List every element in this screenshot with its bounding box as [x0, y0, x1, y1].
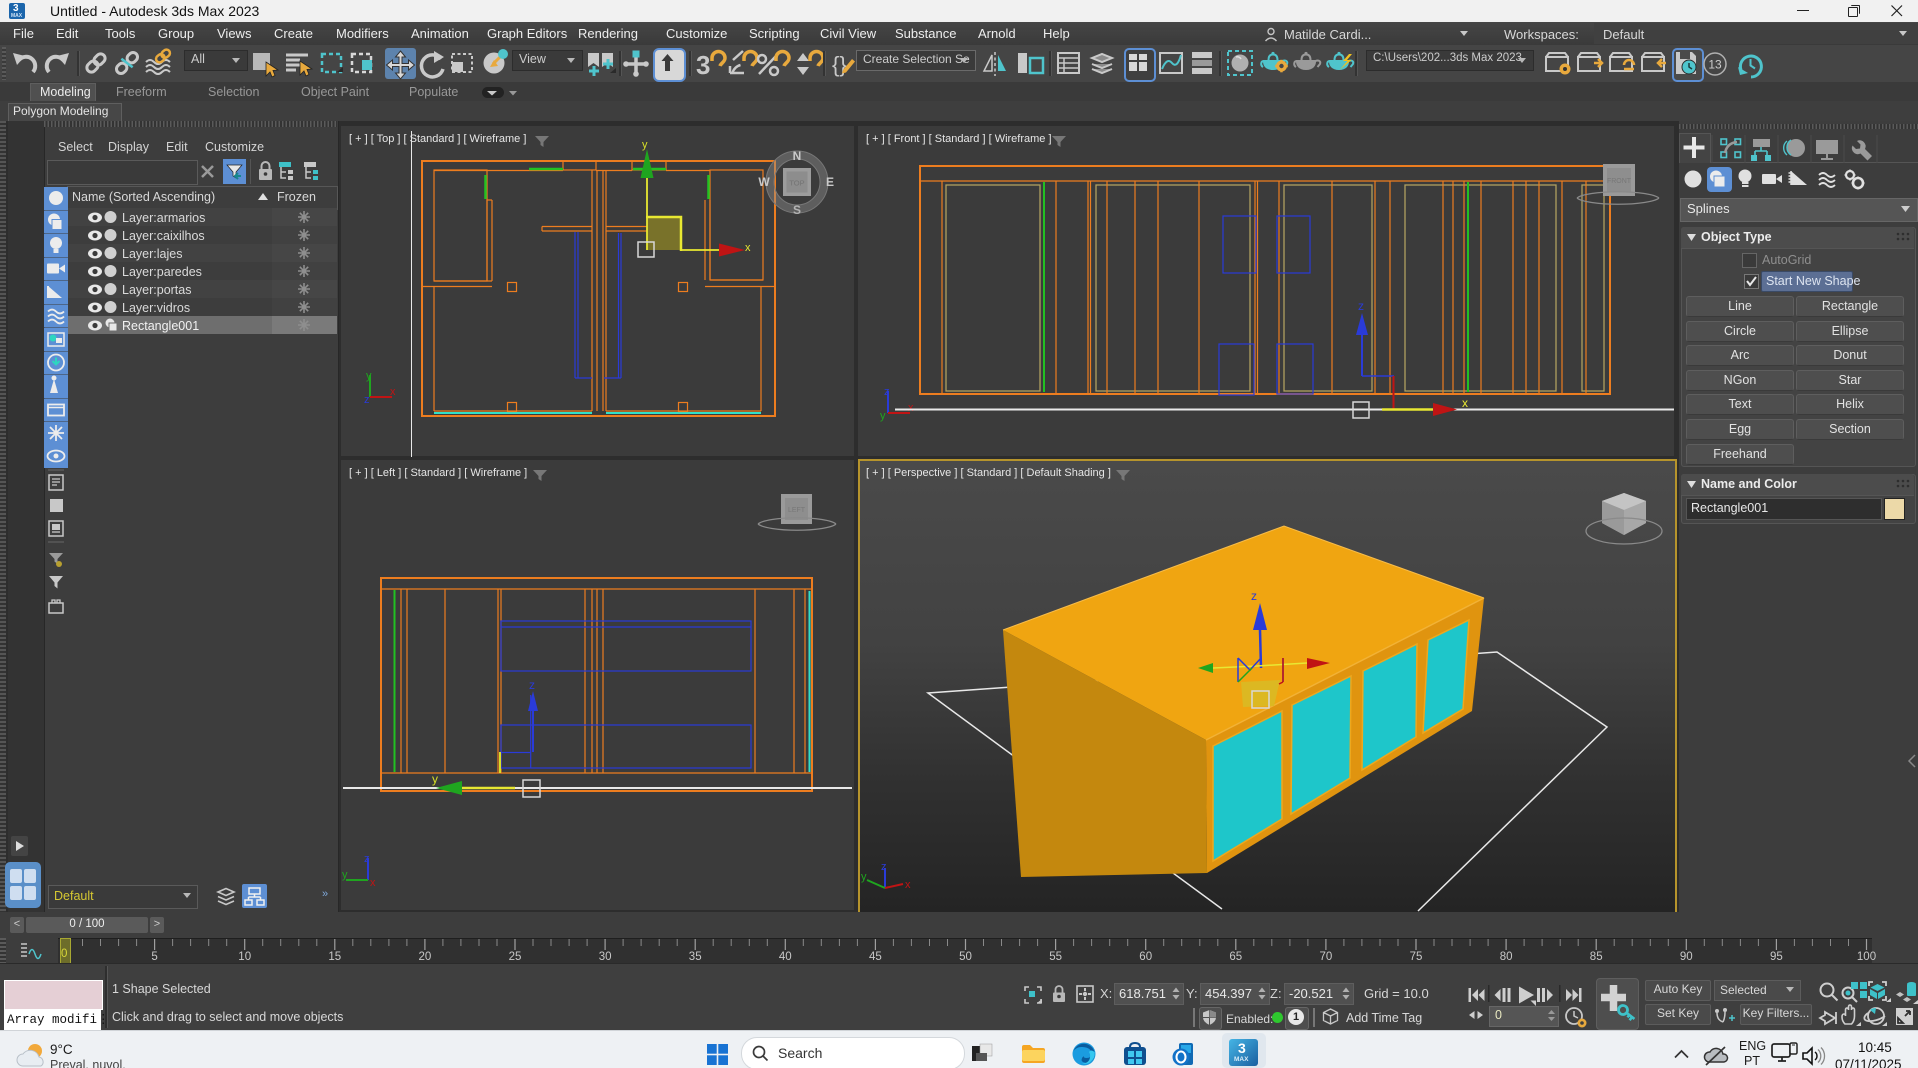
- svg-text:z: z: [529, 678, 535, 692]
- svg-text:z: z: [1251, 589, 1257, 603]
- svg-text:85: 85: [1590, 951, 1603, 963]
- svg-text:55: 55: [1049, 951, 1062, 963]
- svg-text:25: 25: [509, 951, 522, 963]
- svg-text:x: x: [745, 242, 751, 254]
- svg-text:W: W: [758, 175, 770, 189]
- svg-text:75: 75: [1410, 951, 1423, 963]
- svg-text:65: 65: [1229, 951, 1242, 963]
- svg-text:15: 15: [328, 951, 341, 963]
- svg-text:y: y: [432, 772, 438, 786]
- svg-text:30: 30: [599, 951, 612, 963]
- svg-text:70: 70: [1320, 951, 1333, 963]
- svg-text:TOP: TOP: [789, 179, 804, 188]
- svg-text:20: 20: [419, 951, 432, 963]
- svg-text:60: 60: [1139, 951, 1152, 963]
- svg-text:FRONT: FRONT: [1607, 178, 1632, 185]
- svg-text:y: y: [366, 370, 372, 382]
- svg-text:y: y: [642, 139, 648, 151]
- svg-text:95: 95: [1770, 951, 1783, 963]
- svg-text:50: 50: [959, 951, 972, 963]
- svg-text:S: S: [793, 203, 801, 217]
- svg-text:35: 35: [689, 951, 702, 963]
- svg-text:100: 100: [1857, 951, 1876, 963]
- svg-text:z: z: [1358, 299, 1364, 313]
- svg-text:x: x: [390, 386, 396, 398]
- svg-text:E: E: [826, 175, 834, 189]
- svg-text:80: 80: [1500, 951, 1513, 963]
- svg-text:5: 5: [151, 951, 157, 963]
- svg-text:z: z: [364, 394, 370, 406]
- svg-text:N: N: [793, 149, 802, 163]
- svg-text:45: 45: [869, 951, 882, 963]
- svg-text:40: 40: [779, 951, 792, 963]
- svg-text:x: x: [1462, 396, 1468, 410]
- svg-text:13: 13: [1708, 58, 1722, 72]
- svg-text:10: 10: [238, 951, 251, 963]
- svg-text:LEFT: LEFT: [788, 507, 806, 514]
- svg-text:90: 90: [1680, 951, 1693, 963]
